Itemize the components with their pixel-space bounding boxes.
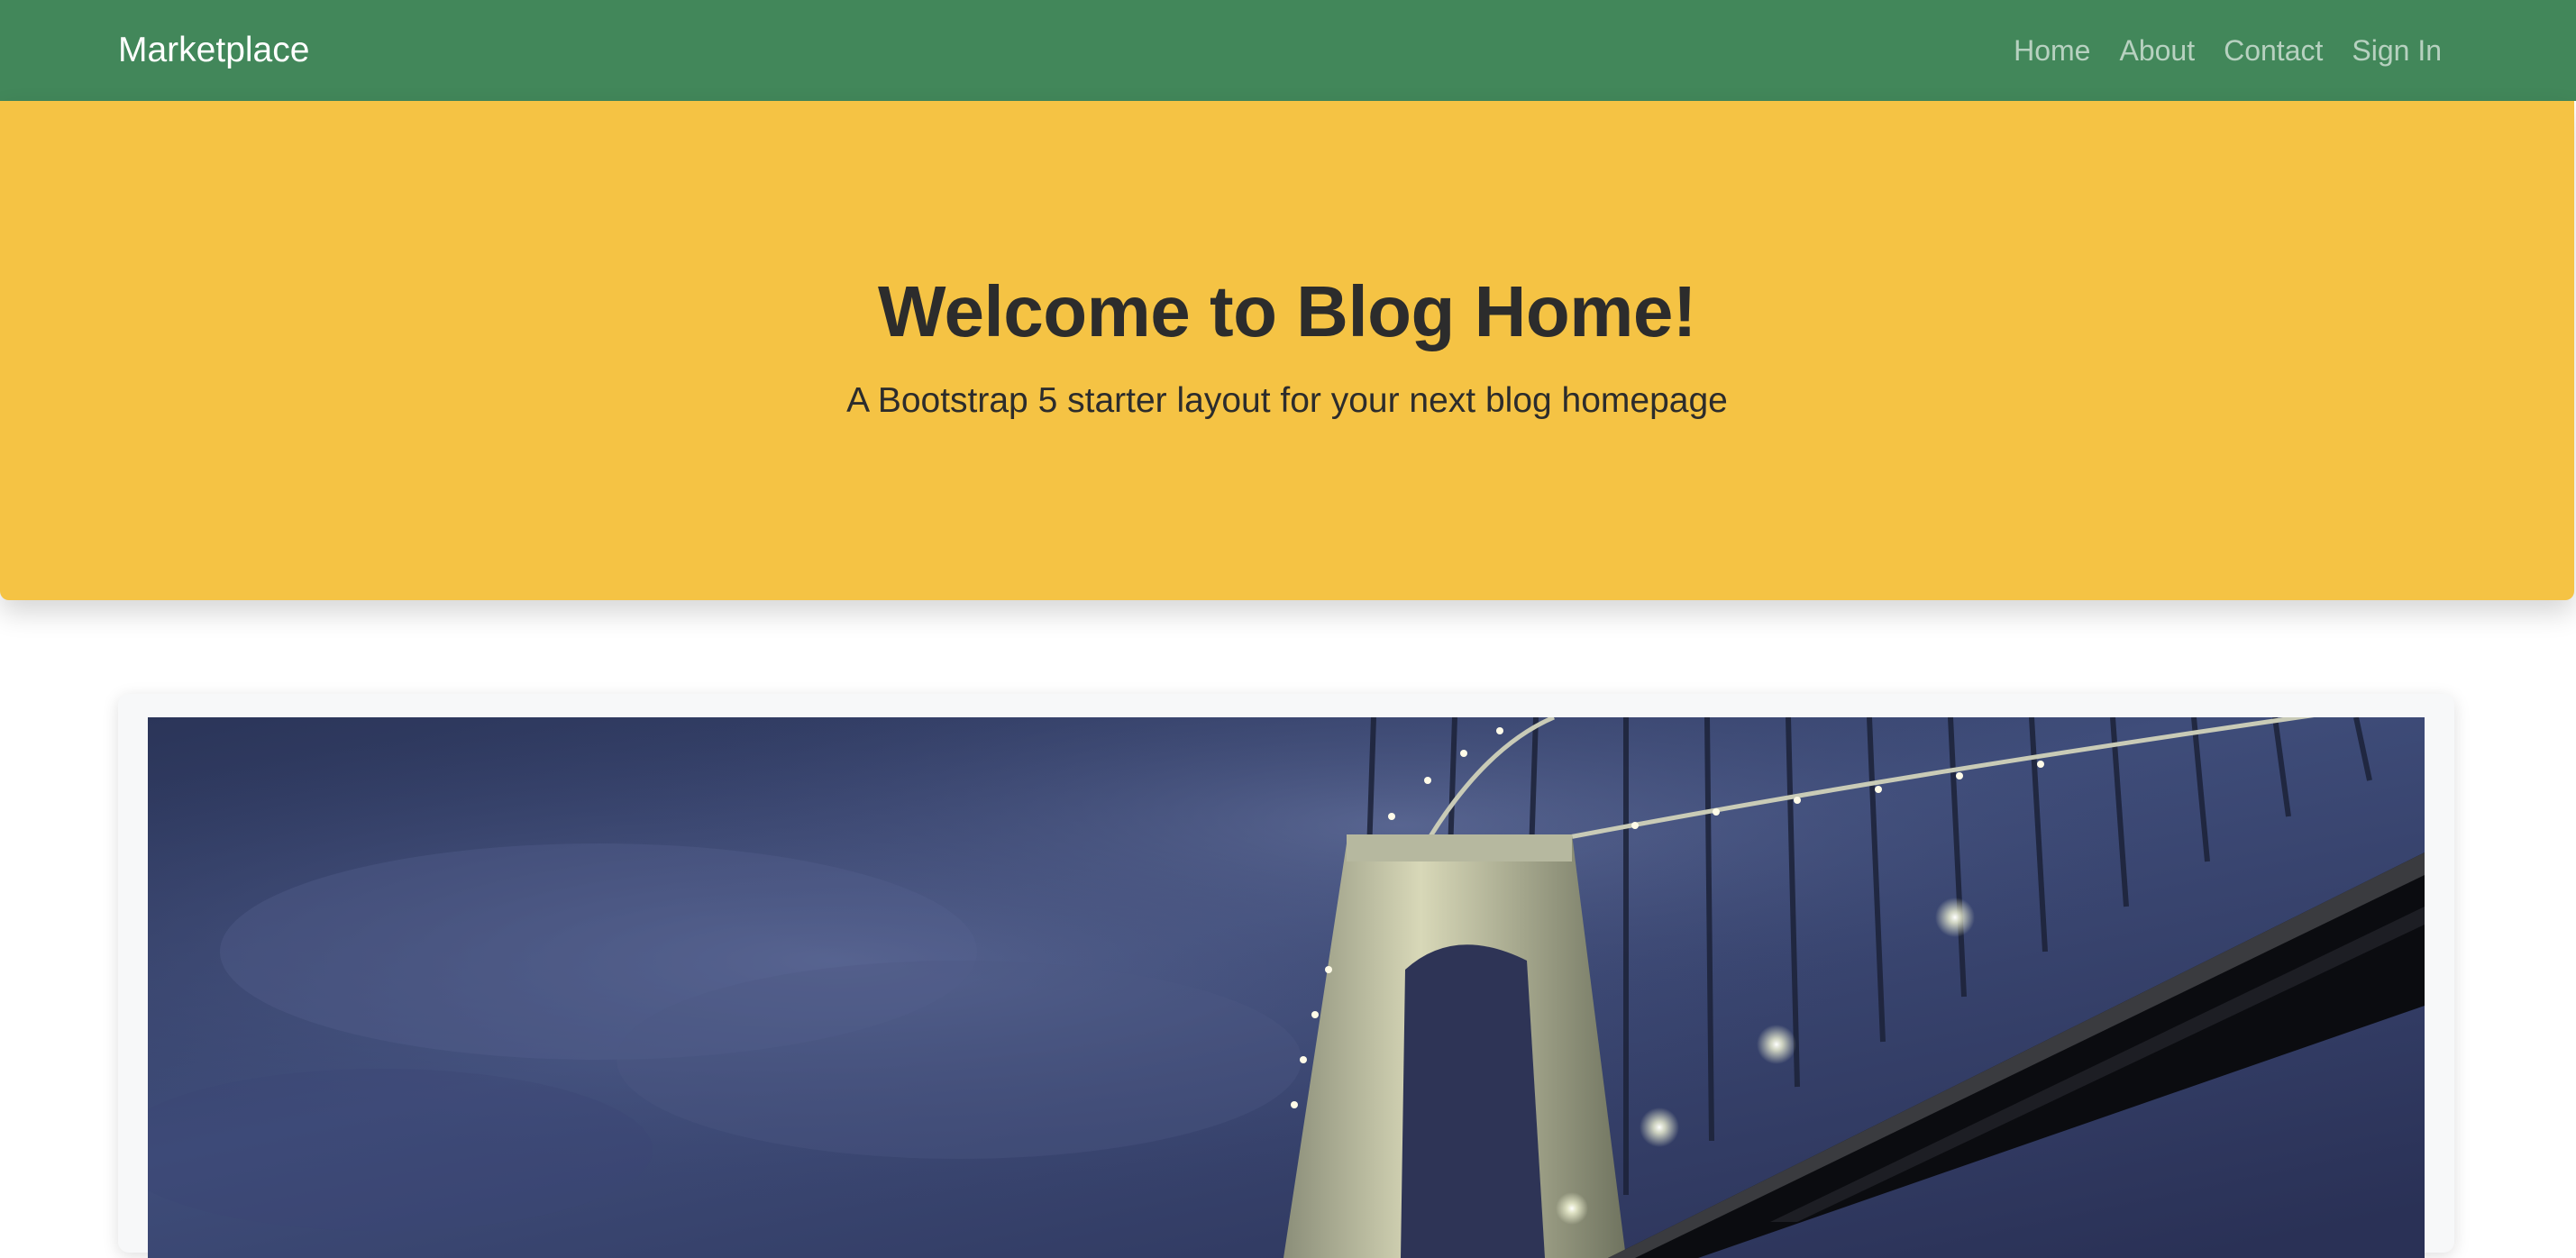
featured-post-card — [118, 694, 2454, 1258]
nav-link-home[interactable]: Home — [2014, 0, 2090, 101]
hero-title: Welcome to Blog Home! — [877, 271, 1697, 351]
nav-link-contact[interactable]: Contact — [2224, 0, 2323, 101]
navbar: Marketplace Home About Contact Sign In — [0, 0, 2576, 101]
nav-link-about[interactable]: About — [2119, 0, 2195, 101]
hero-header: Welcome to Blog Home! A Bootstrap 5 star… — [0, 101, 2574, 600]
nav-links: Home About Contact Sign In — [2014, 0, 2442, 101]
bridge-night-image — [148, 717, 2425, 1258]
hero-subtitle: A Bootstrap 5 starter layout for your ne… — [846, 381, 1728, 420]
featured-post-image[interactable] — [148, 717, 2425, 1258]
nav-link-sign-in[interactable]: Sign In — [2352, 0, 2442, 101]
brand-link[interactable]: Marketplace — [118, 0, 309, 101]
